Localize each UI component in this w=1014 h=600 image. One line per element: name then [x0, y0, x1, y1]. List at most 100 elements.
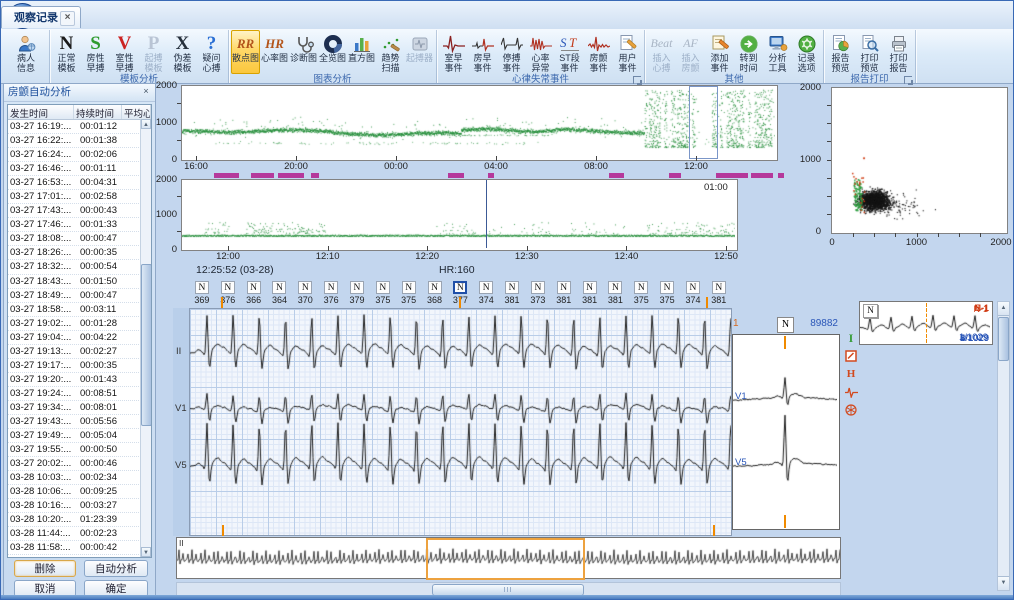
col-mean-hr[interactable]: 平均心率	[122, 105, 151, 119]
print-report-button[interactable]: 打印 报告	[884, 30, 913, 74]
beat-annotation[interactable]: N 374	[473, 281, 499, 308]
histogram-button[interactable]: 直方图	[347, 30, 376, 74]
atrial-premature-template-button[interactable]: S 房性 早搏	[81, 30, 110, 74]
scroll-up-icon[interactable]: ▲	[141, 119, 151, 129]
overview-strip[interactable]: II	[176, 537, 841, 579]
insert-af-button[interactable]: AF 插入 房颤	[676, 30, 705, 74]
paced-template-button[interactable]: P 起搏 模板	[139, 30, 168, 74]
af-episode-row[interactable]: 03-27 19:20:... 00:01:43	[8, 373, 151, 387]
edit-event-tool[interactable]	[845, 349, 857, 363]
center-beat-tool[interactable]	[845, 403, 857, 417]
dialog-launcher-icon[interactable]	[904, 76, 912, 84]
af-episode-row[interactable]: 03-28 10:20:... 01:23:39	[8, 513, 151, 527]
patient-info-button[interactable]: 病人 信息	[5, 30, 47, 74]
af-episode-row[interactable]: 03-27 16:53:... 00:04:31	[8, 176, 151, 190]
af-episode-bar[interactable]	[251, 173, 274, 178]
hr-abnormal-event-button[interactable]: 心率 异常	[526, 30, 555, 74]
time-cursor[interactable]	[486, 180, 487, 248]
col-duration[interactable]: 持续时间	[74, 105, 122, 119]
beat-annotation[interactable]: N 364	[267, 281, 293, 308]
single-beat-panel[interactable]: V1 V5	[732, 334, 840, 530]
af-episode-row[interactable]: 03-27 19:04:... 00:04:22	[8, 331, 151, 345]
beat-annotation[interactable]: N 381	[499, 281, 525, 308]
af-episode-row[interactable]: 03-28 10:16:... 00:03:27	[8, 499, 151, 513]
af-episode-row[interactable]: 03-27 16:46:... 00:01:11	[8, 162, 151, 176]
af-episode-bar[interactable]	[778, 173, 784, 178]
sidebar-scrollbar[interactable]: ▲ ▼	[140, 119, 151, 557]
af-episode-bar[interactable]	[311, 173, 319, 178]
af-episode-row[interactable]: 03-28 10:03:... 00:02:34	[8, 471, 151, 485]
beat-annotation[interactable]: N 376	[318, 281, 344, 308]
st-event-button[interactable]: ST ST段 事件	[555, 30, 584, 74]
af-episode-row[interactable]: 03-27 17:46:... 00:01:33	[8, 218, 151, 232]
pvc-event-button[interactable]: 室早 事件	[439, 30, 468, 74]
af-episode-row[interactable]: 03-27 18:43:... 00:01:50	[8, 275, 151, 289]
beat-annotation[interactable]: N 369	[189, 281, 215, 308]
thumbnail-scrollbar[interactable]: ▲ ▼	[997, 301, 1010, 591]
scroll-down-icon[interactable]: ▼	[998, 576, 1009, 590]
poincare-chart[interactable]	[831, 87, 1008, 234]
af-episode-bar[interactable]	[609, 173, 624, 178]
af-episode-row[interactable]: 03-27 16:19:... 00:01:12	[8, 120, 151, 134]
af-episode-row[interactable]: 03-27 18:26:... 00:00:35	[8, 246, 151, 260]
wave-tool[interactable]	[845, 385, 858, 399]
pac-event-button[interactable]: 房早 事件	[468, 30, 497, 74]
af-episode-row[interactable]: 03-27 18:32:... 00:00:54	[8, 260, 151, 274]
af-episode-row[interactable]: 03-27 19:02:... 00:01:28	[8, 317, 151, 331]
auto-analysis-button[interactable]: 自动分析	[84, 560, 148, 577]
ventricular-premature-template-button[interactable]: V 室性 早搏	[110, 30, 139, 74]
record-options-button[interactable]: 记录 选项	[792, 30, 821, 74]
tab-close-icon[interactable]: ×	[60, 11, 75, 26]
beat-annotation[interactable]: N 376	[215, 281, 241, 308]
af-episode-row[interactable]: 03-27 16:22:... 00:01:38	[8, 134, 151, 148]
beat-annotation[interactable]: N 374	[680, 281, 706, 308]
af-episode-row[interactable]: 03-27 18:08:... 00:00:47	[8, 232, 151, 246]
af-episode-row[interactable]: 03-27 17:43:... 00:00:43	[8, 204, 151, 218]
af-episode-row[interactable]: 03-27 19:49:... 00:05:04	[8, 429, 151, 443]
af-episode-row[interactable]: 03-27 19:34:... 00:08:01	[8, 401, 151, 415]
beat-annotation[interactable]: N 375	[370, 281, 396, 308]
af-event-button[interactable]: 房颤 事件	[584, 30, 613, 74]
af-episode-row[interactable]: 03-27 19:43:... 00:05:56	[8, 415, 151, 429]
scrollbar-thumb[interactable]	[998, 317, 1009, 361]
insert-beat-button[interactable]: Beat 插入 心搏	[647, 30, 676, 74]
overview-selection-box[interactable]	[426, 538, 585, 580]
scroll-up-icon[interactable]: ▲	[998, 302, 1009, 316]
artifact-template-button[interactable]: X 伪差 模板	[168, 30, 197, 74]
af-episode-row[interactable]: 03-28 11:44:... 00:02:23	[8, 527, 151, 541]
dialog-launcher-icon[interactable]	[633, 76, 641, 84]
document-tab[interactable]: 观察记录 ×	[1, 6, 81, 28]
rr-trend-1h-chart[interactable]	[181, 179, 738, 251]
ecg-strip[interactable]	[189, 308, 732, 536]
af-episode-bar[interactable]	[448, 173, 464, 178]
af-episode-bar[interactable]	[214, 173, 239, 178]
select-tool[interactable]: I	[849, 331, 854, 345]
pacemaker-button[interactable]: 起搏器	[405, 30, 434, 74]
add-event-button[interactable]: 添加 事件	[705, 30, 734, 74]
af-episode-row[interactable]: 03-27 19:24:... 00:08:51	[8, 387, 151, 401]
af-episode-row[interactable]: 03-27 19:13:... 00:02:27	[8, 345, 151, 359]
print-preview-button[interactable]: 打印 预览	[855, 30, 884, 74]
normal-template-button[interactable]: N 正常 模板	[52, 30, 81, 74]
beat-annotation[interactable]: N 381	[603, 281, 629, 308]
beat-annotation[interactable]: N 381	[577, 281, 603, 308]
beat-annotation[interactable]: N 375	[396, 281, 422, 308]
beat-annotation[interactable]: N 370	[292, 281, 318, 308]
beat-annotation[interactable]: N 373	[525, 281, 551, 308]
beat-annotation[interactable]: N 381	[706, 281, 732, 308]
af-episode-bar[interactable]	[278, 173, 304, 178]
scroll-down-icon[interactable]: ▼	[141, 547, 151, 557]
scrollbar-thumb[interactable]	[141, 264, 152, 426]
overview-chart-button[interactable]: 全览图	[318, 30, 347, 74]
analysis-tools-button[interactable]: 分析 工具	[763, 30, 792, 74]
beat-annotation[interactable]: N 381	[551, 281, 577, 308]
question-beat-button[interactable]: ? 疑问 心搏	[197, 30, 226, 74]
beat-annotation[interactable]: N 379	[344, 281, 370, 308]
col-start-time[interactable]: 发生时间	[8, 105, 74, 119]
beat-annotation[interactable]: N 366	[241, 281, 267, 308]
af-episode-row[interactable]: 03-27 20:02:... 00:00:46	[8, 457, 151, 471]
af-episode-row[interactable]: 03-28 11:58:... 00:00:42	[8, 541, 151, 555]
beat-annotation[interactable]: N 375	[654, 281, 680, 308]
af-episode-row[interactable]: 03-27 19:17:... 00:00:35	[8, 359, 151, 373]
trend-selection-window[interactable]	[689, 86, 718, 159]
